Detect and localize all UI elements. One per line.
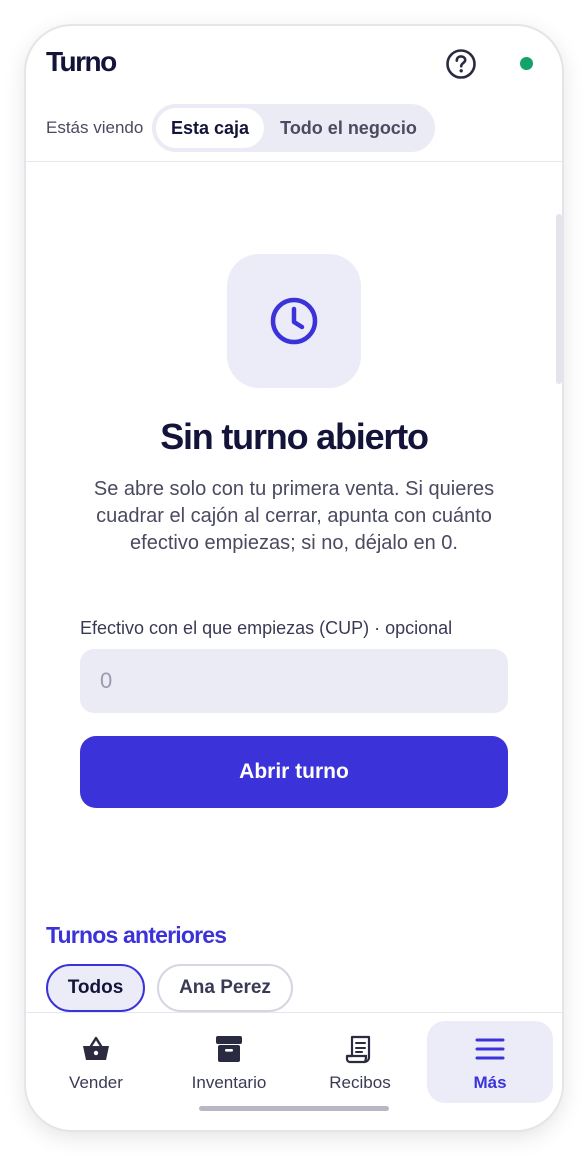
viewing-label: Estás viendo (46, 118, 144, 137)
empty-state-title: Sin turno abierto (160, 416, 429, 457)
scope-segmented-control: Esta caja Todo el negocio (152, 104, 435, 152)
nav-label-mas: Más (473, 1073, 507, 1092)
nav-item-recibos[interactable]: Recibos (297, 1021, 423, 1103)
cash-field-label: Efectivo con el que empiezas (CUP) · opc… (80, 618, 453, 638)
menu-icon (475, 1038, 505, 1060)
empty-state-icon-box (227, 254, 361, 388)
header: Turno Estás viendo Esta caja Todo el neg… (26, 26, 562, 162)
help-button[interactable] (445, 48, 477, 80)
nav-label-inventario: Inventario (191, 1073, 267, 1092)
starting-cash-input[interactable] (80, 649, 508, 713)
empty-state-description: Se abre solo con tu primera venta. Si qu… (93, 478, 495, 554)
nav-item-vender[interactable]: Vender (33, 1021, 159, 1103)
archive-box-icon (216, 1036, 242, 1062)
phone-frame: Turno Estás viendo Esta caja Todo el neg… (26, 26, 562, 1130)
nav-label-recibos: Recibos (329, 1073, 391, 1092)
nav-item-inventario[interactable]: Inventario (166, 1021, 292, 1103)
basket-icon (83, 1036, 109, 1060)
open-shift-button[interactable]: Abrir turno (80, 736, 508, 808)
page-title: Turno (46, 46, 117, 77)
filter-chip-todos[interactable]: Todos (46, 964, 145, 1012)
clock-icon (270, 297, 318, 345)
nav-label-vender: Vender (69, 1073, 123, 1092)
segment-todo-el-negocio[interactable]: Todo el negocio (266, 108, 431, 148)
status-dot (520, 57, 533, 70)
filter-chip-ana-perez[interactable]: Ana Perez (157, 964, 293, 1012)
previous-shifts-title: Turnos anteriores (46, 922, 227, 948)
question-circle-icon (446, 49, 476, 79)
segment-esta-caja[interactable]: Esta caja (156, 108, 264, 148)
bottom-nav: Vender Inventario Recibos Más (26, 1012, 562, 1130)
home-indicator (199, 1106, 389, 1111)
nav-item-mas[interactable]: Más (427, 1021, 553, 1103)
scrollbar[interactable] (556, 214, 562, 384)
receipt-icon (345, 1035, 371, 1064)
